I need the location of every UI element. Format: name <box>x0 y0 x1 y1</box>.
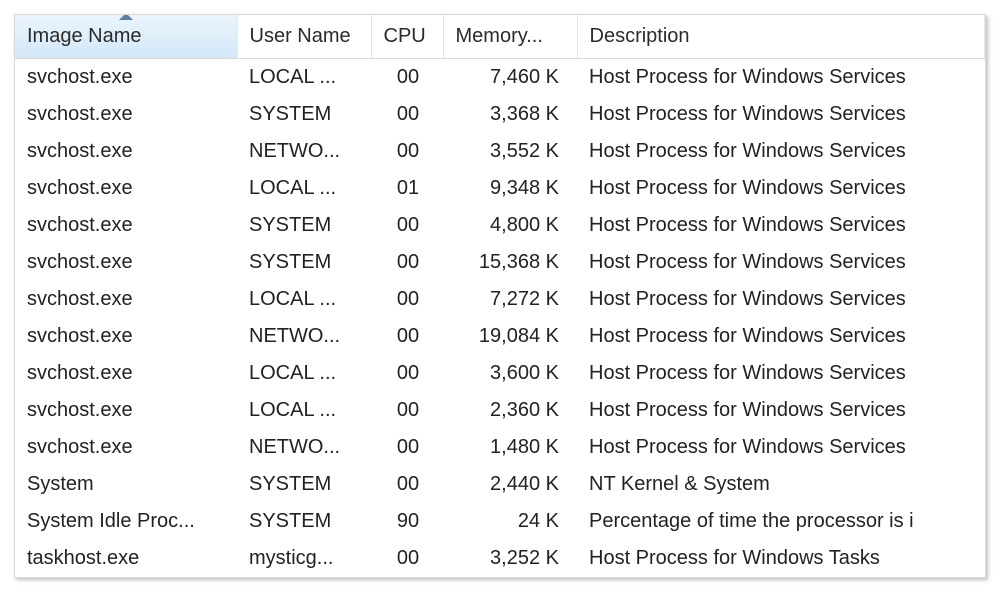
cell-image-name: svchost.exe <box>15 318 237 355</box>
cell-user-name: SYSTEM <box>237 244 371 281</box>
cell-description: Host Process for Windows Services <box>577 244 985 281</box>
cell-cpu: 00 <box>371 429 443 466</box>
cell-description: Host Process for Windows Services <box>577 207 985 244</box>
cell-image-name: System Idle Proc... <box>15 503 237 540</box>
cell-memory: 15,368 K <box>443 244 577 281</box>
cell-description: Percentage of time the processor is i <box>577 503 985 540</box>
cell-description: Host Process for Windows Services <box>577 355 985 392</box>
table-row[interactable]: svchost.exeLOCAL ...003,600 KHost Proces… <box>15 355 985 392</box>
cell-cpu: 00 <box>371 133 443 170</box>
table-row[interactable]: svchost.exeSYSTEM004,800 KHost Process f… <box>15 207 985 244</box>
sort-ascending-icon <box>119 15 133 20</box>
column-header-label: Memory... <box>456 25 543 47</box>
cell-user-name: NETWO... <box>237 318 371 355</box>
cell-image-name: svchost.exe <box>15 244 237 281</box>
cell-cpu: 00 <box>371 281 443 318</box>
cell-cpu: 00 <box>371 355 443 392</box>
cell-user-name: SYSTEM <box>237 503 371 540</box>
cell-user-name: SYSTEM <box>237 96 371 133</box>
cell-description: Host Process for Windows Services <box>577 318 985 355</box>
table-row[interactable]: svchost.exeNETWO...003,552 KHost Process… <box>15 133 985 170</box>
column-header-user-name[interactable]: User Name <box>237 15 371 59</box>
table-row[interactable]: svchost.exeLOCAL ...007,460 KHost Proces… <box>15 59 985 97</box>
column-header-label: CPU <box>384 25 426 47</box>
column-header-cpu[interactable]: CPU <box>371 15 443 59</box>
processes-table-wrap: Image Name User Name CPU Memory... Descr… <box>14 14 986 578</box>
cell-cpu: 90 <box>371 503 443 540</box>
table-row[interactable]: SystemSYSTEM002,440 KNT Kernel & System <box>15 466 985 503</box>
cell-description: Host Process for Windows Tasks <box>577 540 985 577</box>
table-row[interactable]: svchost.exeSYSTEM003,368 KHost Process f… <box>15 96 985 133</box>
cell-cpu: 00 <box>371 466 443 503</box>
cell-image-name: System <box>15 466 237 503</box>
table-row[interactable]: svchost.exeLOCAL ...007,272 KHost Proces… <box>15 281 985 318</box>
cell-memory: 4,800 K <box>443 207 577 244</box>
table-row[interactable]: svchost.exeNETWO...0019,084 KHost Proces… <box>15 318 985 355</box>
processes-table: Image Name User Name CPU Memory... Descr… <box>15 15 985 577</box>
table-header-row: Image Name User Name CPU Memory... Descr… <box>15 15 985 59</box>
column-header-label: User Name <box>250 25 351 47</box>
cell-cpu: 00 <box>371 96 443 133</box>
cell-description: Host Process for Windows Services <box>577 96 985 133</box>
cell-image-name: svchost.exe <box>15 429 237 466</box>
cell-user-name: LOCAL ... <box>237 392 371 429</box>
cell-description: NT Kernel & System <box>577 466 985 503</box>
cell-user-name: LOCAL ... <box>237 281 371 318</box>
cell-description: Host Process for Windows Services <box>577 133 985 170</box>
cell-cpu: 00 <box>371 244 443 281</box>
cell-image-name: svchost.exe <box>15 170 237 207</box>
cell-cpu: 00 <box>371 318 443 355</box>
cell-image-name: svchost.exe <box>15 133 237 170</box>
cell-memory: 2,360 K <box>443 392 577 429</box>
cell-image-name: svchost.exe <box>15 96 237 133</box>
table-row[interactable]: svchost.exeLOCAL ...002,360 KHost Proces… <box>15 392 985 429</box>
cell-cpu: 00 <box>371 540 443 577</box>
cell-memory: 2,440 K <box>443 466 577 503</box>
table-row[interactable]: svchost.exeLOCAL ...019,348 KHost Proces… <box>15 170 985 207</box>
cell-memory: 9,348 K <box>443 170 577 207</box>
table-body: svchost.exeLOCAL ...007,460 KHost Proces… <box>15 59 985 578</box>
cell-memory: 7,460 K <box>443 59 577 97</box>
cell-description: Host Process for Windows Services <box>577 281 985 318</box>
table-row[interactable]: System Idle Proc...SYSTEM9024 KPercentag… <box>15 503 985 540</box>
cell-cpu: 00 <box>371 207 443 244</box>
cell-memory: 24 K <box>443 503 577 540</box>
column-header-label: Description <box>590 25 690 47</box>
table-row[interactable]: svchost.exeNETWO...001,480 KHost Process… <box>15 429 985 466</box>
cell-description: Host Process for Windows Services <box>577 392 985 429</box>
cell-user-name: LOCAL ... <box>237 59 371 97</box>
cell-description: Host Process for Windows Services <box>577 59 985 97</box>
cell-description: Host Process for Windows Services <box>577 429 985 466</box>
cell-user-name: NETWO... <box>237 429 371 466</box>
cell-image-name: svchost.exe <box>15 207 237 244</box>
column-header-description[interactable]: Description <box>577 15 985 59</box>
cell-memory: 3,552 K <box>443 133 577 170</box>
table-row[interactable]: taskhost.exemysticg...003,252 KHost Proc… <box>15 540 985 577</box>
cell-memory: 7,272 K <box>443 281 577 318</box>
column-header-label: Image Name <box>27 25 142 47</box>
cell-memory: 3,368 K <box>443 96 577 133</box>
cell-cpu: 00 <box>371 392 443 429</box>
table-row[interactable]: svchost.exeSYSTEM0015,368 KHost Process … <box>15 244 985 281</box>
cell-memory: 1,480 K <box>443 429 577 466</box>
cell-user-name: SYSTEM <box>237 466 371 503</box>
cell-user-name: SYSTEM <box>237 207 371 244</box>
cell-image-name: svchost.exe <box>15 59 237 97</box>
cell-description: Host Process for Windows Services <box>577 170 985 207</box>
cell-memory: 3,600 K <box>443 355 577 392</box>
cell-cpu: 01 <box>371 170 443 207</box>
cell-image-name: svchost.exe <box>15 355 237 392</box>
cell-user-name: LOCAL ... <box>237 170 371 207</box>
cell-user-name: NETWO... <box>237 133 371 170</box>
cell-image-name: svchost.exe <box>15 392 237 429</box>
cell-memory: 19,084 K <box>443 318 577 355</box>
cell-image-name: taskhost.exe <box>15 540 237 577</box>
cell-image-name: svchost.exe <box>15 281 237 318</box>
column-header-memory[interactable]: Memory... <box>443 15 577 59</box>
column-header-image-name[interactable]: Image Name <box>15 15 237 59</box>
cell-user-name: LOCAL ... <box>237 355 371 392</box>
cell-user-name: mysticg... <box>237 540 371 577</box>
cell-cpu: 00 <box>371 59 443 97</box>
cell-memory: 3,252 K <box>443 540 577 577</box>
